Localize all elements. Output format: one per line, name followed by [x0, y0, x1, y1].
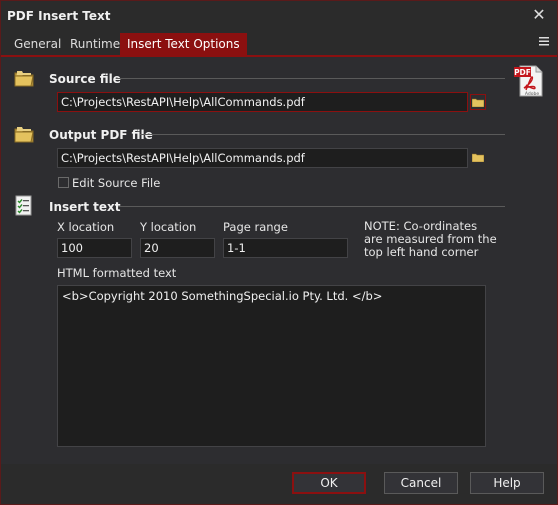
ok-button[interactable]: OK — [292, 472, 366, 494]
window-title: PDF Insert Text — [7, 9, 111, 23]
insert-text-label: Insert text — [49, 200, 121, 214]
output-pdf-file-label: Output PDF file — [49, 128, 153, 142]
source-file-label: Source file — [49, 72, 121, 86]
y-location-label: Y location — [140, 220, 197, 234]
title-bar: PDF Insert Text ✕ — [1, 1, 557, 31]
y-location-input[interactable]: 20 — [140, 238, 215, 258]
dialog-window: PDF Insert Text ✕ General Runtime Insert… — [0, 0, 558, 505]
pdf-file-logo: PDF Adobe — [514, 64, 546, 97]
html-text-area[interactable]: <b>Copyright 2010 SomethingSpecial.io Pt… — [57, 285, 486, 447]
close-icon[interactable]: ✕ — [529, 5, 549, 25]
pdf-caption-text: Adobe — [525, 91, 539, 97]
output-folder-browse-icon[interactable] — [470, 150, 486, 166]
edit-source-file-checkbox[interactable] — [58, 177, 69, 188]
x-location-input[interactable]: 100 — [57, 238, 132, 258]
tab-general[interactable]: General — [7, 33, 68, 55]
folder-icon — [13, 67, 35, 89]
divider — [140, 134, 505, 135]
html-formatted-text-label: HTML formatted text — [57, 266, 177, 280]
divider — [116, 78, 505, 79]
tab-insert-text-options[interactable]: Insert Text Options — [120, 33, 247, 55]
folder-icon — [13, 123, 35, 145]
source-file-input[interactable]: C:\Projects\RestAPI\Help\AllCommands.pdf — [57, 92, 468, 112]
checklist-icon — [13, 195, 35, 217]
page-range-input[interactable]: 1-1 — [223, 238, 348, 258]
edit-source-file-label: Edit Source File — [72, 176, 161, 190]
help-button[interactable]: Help — [470, 472, 544, 494]
divider — [118, 206, 505, 207]
coordinates-note: NOTE: Co-ordinates are measured from the… — [364, 219, 497, 259]
pdf-badge-text: PDF — [514, 68, 531, 77]
page-range-label: Page range — [223, 220, 288, 234]
tab-bar: General Runtime Insert Text Options — [1, 31, 557, 57]
tab-runtime[interactable]: Runtime — [63, 33, 127, 55]
output-file-input[interactable]: C:\Projects\RestAPI\Help\AllCommands.pdf — [57, 148, 468, 168]
x-location-label: X location — [57, 220, 115, 234]
cancel-button[interactable]: Cancel — [384, 472, 458, 494]
source-folder-browse-icon[interactable] — [470, 94, 486, 110]
hamburger-icon[interactable] — [539, 35, 549, 49]
